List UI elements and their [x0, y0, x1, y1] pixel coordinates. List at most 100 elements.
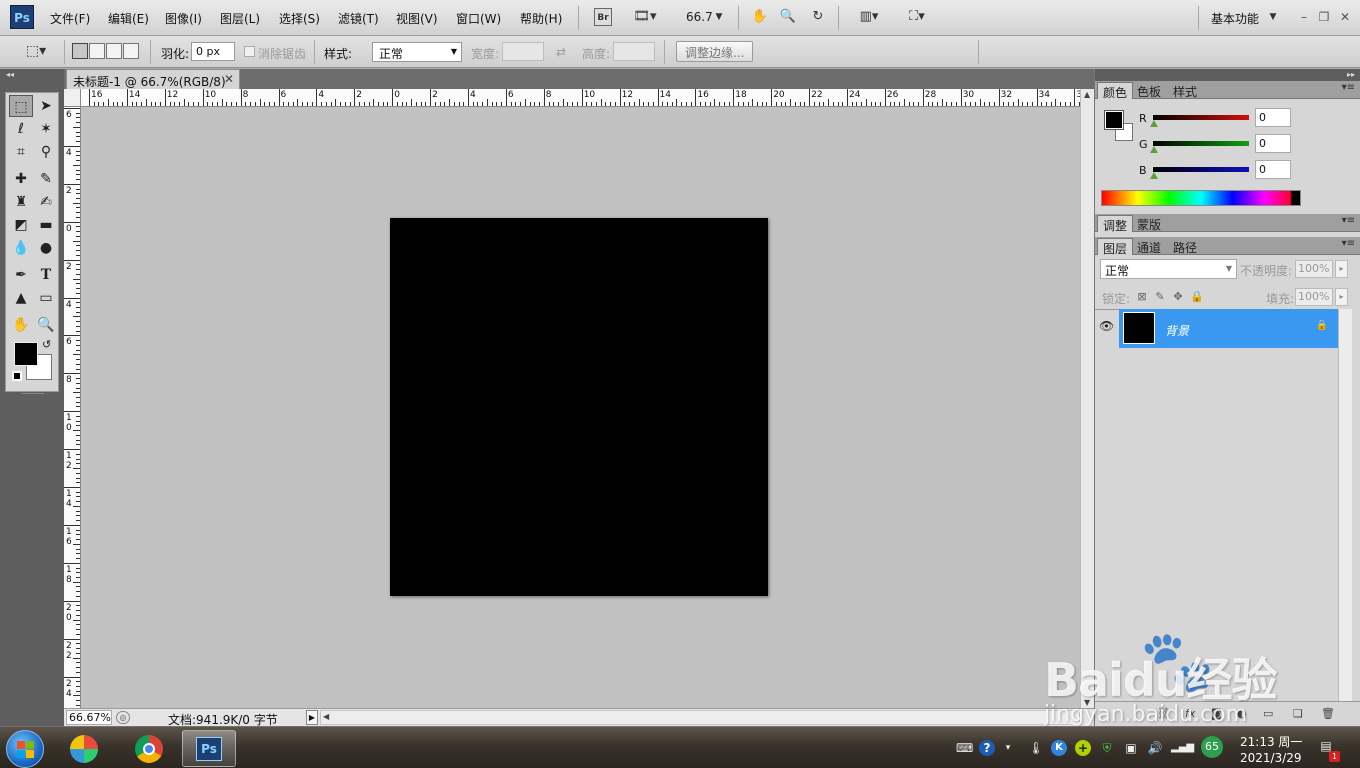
new-layer-icon[interactable]: ❏: [1293, 707, 1303, 720]
close-tab-icon[interactable]: ✕: [224, 72, 234, 86]
crop-icon[interactable]: ⌗: [9, 141, 33, 163]
volume-icon[interactable]: 🔊: [1147, 740, 1163, 756]
foreground-color-swatch[interactable]: [14, 342, 38, 366]
tab-layers[interactable]: 图层: [1097, 238, 1134, 256]
color-panel-foreground-swatch[interactable]: [1104, 110, 1124, 130]
chevron-down-icon[interactable]: ▼: [714, 8, 724, 26]
close-icon[interactable]: ✕: [1336, 8, 1354, 26]
panel-menu-icon[interactable]: ▾≡: [1342, 238, 1355, 249]
magic-wand-icon[interactable]: ✶: [34, 118, 58, 140]
history-brush-icon[interactable]: ✍: [34, 191, 58, 213]
swap-colors-icon[interactable]: ↺: [42, 338, 51, 351]
green-channel-input[interactable]: 0: [1255, 134, 1291, 153]
fill-arrow-icon[interactable]: ▸: [1335, 288, 1348, 306]
document-canvas[interactable]: [390, 218, 768, 596]
add-to-selection-icon[interactable]: [89, 43, 105, 59]
vertical-scrollbar[interactable]: ▲ ▼: [1080, 89, 1094, 708]
taskbar-app-launcher[interactable]: [58, 730, 112, 767]
subtract-from-selection-icon[interactable]: [106, 43, 122, 59]
status-info-icon[interactable]: ◎: [116, 711, 130, 724]
zoom-field[interactable]: 66.67%: [66, 710, 112, 725]
horizontal-scrollbar[interactable]: ◀: [320, 710, 1080, 725]
lock-position-icon[interactable]: ✥: [1172, 291, 1184, 303]
rotate-view-icon[interactable]: ↻: [809, 8, 827, 26]
arrange-documents-icon[interactable]: ▥▾: [852, 8, 886, 26]
blur-icon[interactable]: 💧: [9, 237, 33, 259]
filmstrip-dropdown-icon[interactable]: 🎞▾: [630, 8, 660, 26]
red-channel-input[interactable]: 0: [1255, 108, 1291, 127]
thermometer-icon[interactable]: 🌡: [1028, 740, 1044, 756]
vertical-ruler[interactable]: 642024681012141618202224: [64, 107, 81, 708]
menu-edit[interactable]: 编辑(E): [108, 10, 149, 27]
opacity-input[interactable]: 100%: [1295, 260, 1333, 278]
screen-mode-icon[interactable]: ⛶▾: [900, 8, 934, 26]
minimize-icon[interactable]: –: [1295, 8, 1313, 26]
performance-badge[interactable]: 65: [1201, 736, 1223, 758]
zoom-tool-icon[interactable]: 🔍: [779, 8, 797, 26]
layers-scrollbar[interactable]: [1338, 309, 1352, 701]
tools-collapse-strip[interactable]: ◂◂: [0, 69, 64, 81]
menu-layer[interactable]: 图层(L): [220, 10, 260, 27]
tab-channels[interactable]: 通道: [1132, 238, 1166, 255]
delete-layer-icon[interactable]: 🗑: [1321, 707, 1335, 720]
tab-styles[interactable]: 样式: [1168, 82, 1202, 99]
ruler-origin[interactable]: [64, 89, 81, 107]
chevron-down-icon[interactable]: ▼: [1268, 8, 1278, 26]
lock-transparency-icon[interactable]: ⊠: [1136, 291, 1148, 303]
green-slider-thumb[interactable]: [1150, 146, 1158, 153]
document-tab[interactable]: 未标题-1 @ 66.7%(RGB/8) * ✕: [66, 69, 240, 104]
device-icon[interactable]: ▣: [1123, 740, 1139, 756]
panel-menu-icon[interactable]: ▾≡: [1342, 215, 1355, 226]
eraser-icon[interactable]: ◩: [9, 214, 33, 236]
menu-view[interactable]: 视图(V): [396, 10, 438, 27]
clone-stamp-icon[interactable]: ♜: [9, 191, 33, 213]
blue-channel-slider[interactable]: [1153, 167, 1249, 172]
zoom-icon[interactable]: 🔍: [34, 314, 58, 336]
refine-edge-button[interactable]: 调整边缘...: [676, 41, 754, 62]
horizontal-ruler[interactable]: 16 14 12 10 8 6 4 2 0 2 4 6 8 10 12 14 16 18 20 22 24 26 28 30 3…: [64, 89, 1080, 107]
hand-icon[interactable]: ✋: [9, 314, 33, 336]
lock-image-pixels-icon[interactable]: ✎: [1154, 291, 1166, 303]
fill-input[interactable]: 100%: [1295, 288, 1333, 306]
blend-mode-select[interactable]: 正常 ▼: [1100, 259, 1237, 279]
lock-all-icon[interactable]: 🔒: [1190, 291, 1204, 303]
layer-visibility-eye-icon[interactable]: 👁: [1099, 319, 1114, 333]
opacity-arrow-icon[interactable]: ▸: [1335, 260, 1348, 278]
feather-input[interactable]: 0 px: [191, 42, 235, 61]
green-channel-slider[interactable]: [1153, 141, 1249, 146]
menu-select[interactable]: 选择(S): [279, 10, 320, 27]
panel-collapse-strip[interactable]: ▸▸: [1095, 69, 1360, 81]
scroll-left-icon[interactable]: ◀: [323, 712, 329, 721]
zoom-level-readout[interactable]: 66.7: [686, 10, 713, 24]
red-slider-thumb[interactable]: [1150, 120, 1158, 127]
k-app-icon[interactable]: K: [1051, 740, 1067, 756]
tab-masks[interactable]: 蒙版: [1132, 215, 1166, 232]
workspace-switcher[interactable]: 基本功能: [1211, 10, 1259, 27]
type-tool-icon[interactable]: T: [34, 264, 58, 286]
dodge-icon[interactable]: ●: [34, 237, 58, 259]
gradient-icon[interactable]: ▬: [34, 214, 58, 236]
antialias-checkbox[interactable]: [244, 46, 255, 57]
eyedropper-icon[interactable]: ⚲: [34, 141, 58, 163]
healing-brush-icon[interactable]: ✚: [9, 168, 33, 190]
intersect-selection-icon[interactable]: [123, 43, 139, 59]
bridge-icon[interactable]: Br: [594, 8, 612, 26]
rectangular-marquee-icon[interactable]: ⬚: [9, 95, 33, 117]
lasso-icon[interactable]: ℓ: [9, 118, 33, 140]
keyboard-icon[interactable]: ⌨: [956, 740, 973, 756]
layer-row-background[interactable]: 背景 🔒: [1119, 309, 1338, 348]
panel-menu-icon[interactable]: ▾≡: [1342, 82, 1355, 93]
clock-time[interactable]: 21:13 周一: [1240, 733, 1302, 750]
plus-app-icon[interactable]: +: [1075, 740, 1091, 756]
pen-icon[interactable]: ✒: [9, 264, 33, 286]
clock-date[interactable]: 2021/3/29: [1240, 751, 1302, 765]
height-input[interactable]: [613, 42, 655, 61]
restore-icon[interactable]: ❐: [1315, 8, 1333, 26]
photoshop-logo[interactable]: Ps: [10, 5, 34, 29]
swap-dimensions-icon[interactable]: ⇄: [556, 45, 566, 59]
network-icon[interactable]: ▂▄▆: [1171, 740, 1194, 756]
help-icon[interactable]: ?: [979, 740, 995, 756]
status-menu-arrow-icon[interactable]: ▶: [306, 710, 318, 725]
red-channel-slider[interactable]: [1153, 115, 1249, 120]
color-spectrum-bar[interactable]: [1101, 190, 1301, 206]
